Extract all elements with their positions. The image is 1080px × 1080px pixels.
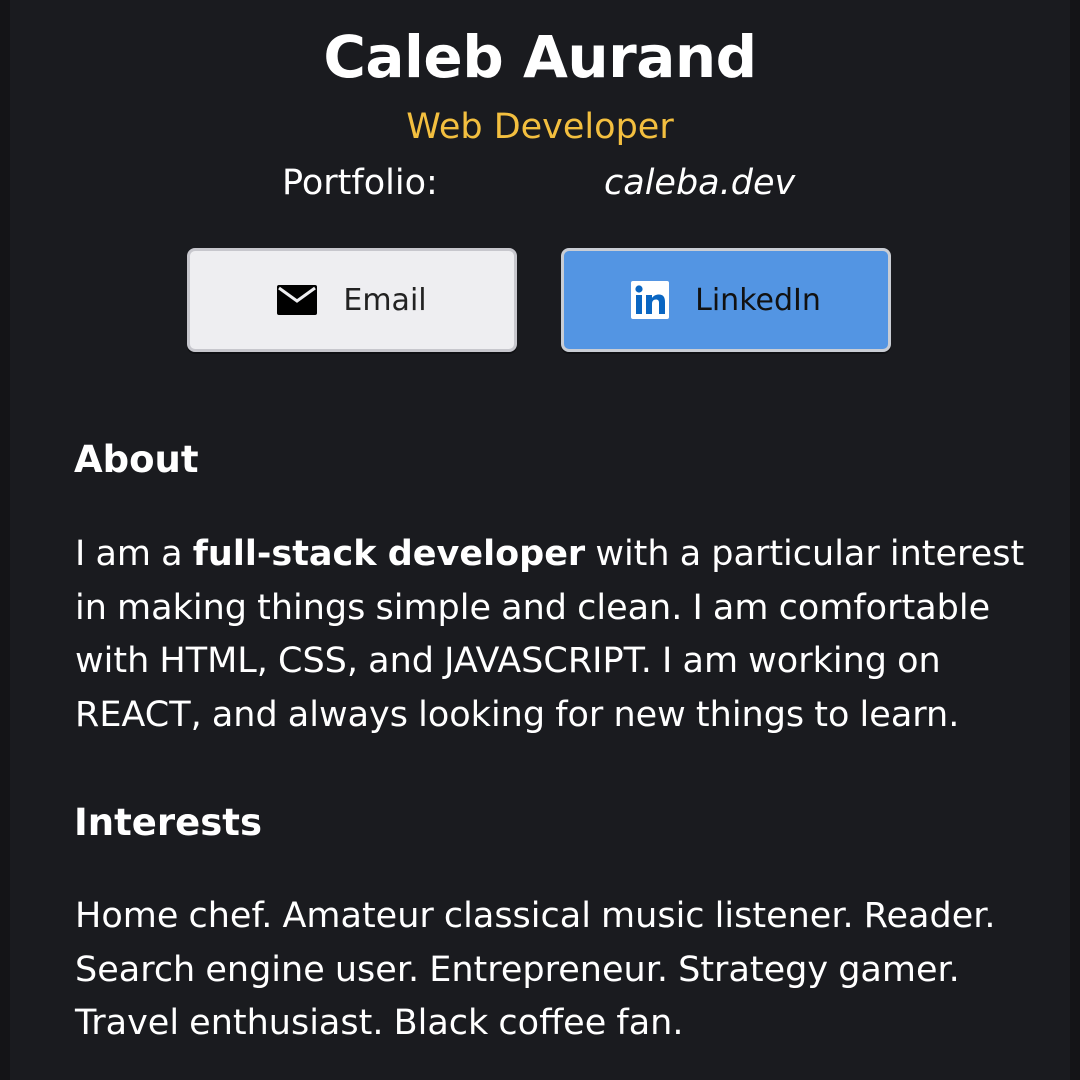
about-text: I am a full-stack developer with a parti… [75,528,1050,742]
profile-role: Web Developer [406,107,674,147]
about-text-bold: full-stack developer [192,534,586,574]
linkedin-button-label: LinkedIn [695,282,821,318]
email-button[interactable]: Email [187,248,517,352]
profile-name: Caleb Aurand [323,23,757,91]
envelope-icon [277,285,318,315]
linkedin-button[interactable]: LinkedIn [561,248,891,352]
interests-heading: Interests [74,801,262,844]
portfolio-label: Portfolio: [282,163,438,203]
linkedin-icon [631,281,670,319]
about-text-prefix: I am a [75,534,193,574]
interests-text: Home chef. Amateur classical music liste… [75,896,996,1043]
email-button-label: Email [343,282,427,318]
portfolio-link[interactable]: caleba.dev [604,160,795,206]
profile-card: Caleb Aurand Web Developer Portfolio: ca… [10,0,1070,1080]
about-heading: About [74,438,199,481]
